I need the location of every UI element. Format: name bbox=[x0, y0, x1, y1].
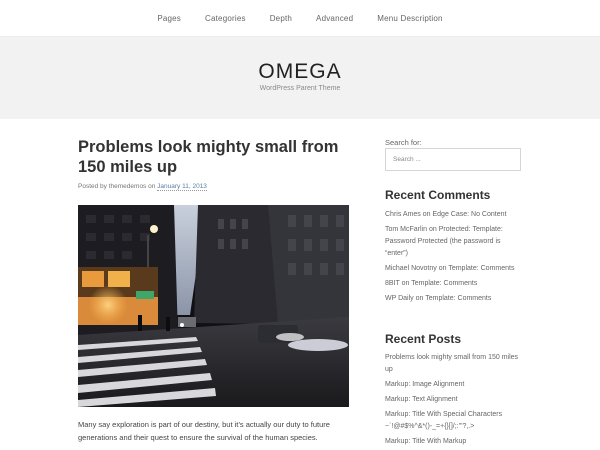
site-header: OMEGA WordPress Parent Theme bbox=[0, 37, 600, 119]
recent-comment-item: Michael Novotny on Template: Comments bbox=[385, 263, 525, 275]
recent-post-item[interactable]: Markup: Image Alignment bbox=[385, 379, 525, 391]
search-input[interactable] bbox=[385, 148, 521, 171]
comment-author-link[interactable]: Tom McFarlin bbox=[385, 226, 427, 233]
city-street-photo bbox=[78, 205, 349, 407]
post-date-link[interactable]: January 11, 2013 bbox=[157, 183, 207, 191]
nav-item-advanced[interactable]: Advanced bbox=[316, 14, 353, 23]
search-label: Search for: bbox=[385, 138, 422, 147]
nav-item-pages[interactable]: Pages bbox=[157, 14, 181, 23]
recent-posts-title: Recent Posts bbox=[385, 332, 462, 346]
recent-comments-list: Chris Ames on Edge Case: No Content Tom … bbox=[385, 209, 525, 308]
top-navigation: Pages Categories Depth Advanced Menu Des… bbox=[0, 0, 600, 37]
nav-item-depth[interactable]: Depth bbox=[270, 14, 292, 23]
comment-author-link[interactable]: Chris Ames bbox=[385, 211, 421, 218]
site-title[interactable]: OMEGA bbox=[0, 60, 600, 84]
recent-comment-item: WP Daily on Template: Comments bbox=[385, 293, 525, 305]
comment-post-link[interactable]: Edge Case: No Content bbox=[433, 211, 507, 218]
post-excerpt: Many say exploration is part of our dest… bbox=[78, 420, 330, 442]
recent-comment-item: 8BIT on Template: Comments bbox=[385, 278, 525, 290]
post-title[interactable]: Problems look mighty small from 150 mile… bbox=[78, 137, 358, 177]
comment-on: on bbox=[422, 211, 431, 218]
comment-author-link[interactable]: 8BIT bbox=[385, 280, 400, 287]
comment-on: on bbox=[415, 295, 424, 302]
comment-on: on bbox=[428, 226, 437, 233]
recent-post-item[interactable]: Markup: Title With Special Characters ~`… bbox=[385, 409, 525, 433]
recent-post-item[interactable]: Problems look mighty small from 150 mile… bbox=[385, 352, 525, 376]
comment-author-link[interactable]: Michael Novotny bbox=[385, 265, 437, 272]
nav-item-categories[interactable]: Categories bbox=[205, 14, 246, 23]
recent-posts-list: Problems look mighty small from 150 mile… bbox=[385, 352, 525, 450]
recent-comments-title: Recent Comments bbox=[385, 188, 491, 202]
byline-prefix: Posted by bbox=[78, 183, 107, 190]
recent-post-item[interactable]: Markup: Title With Markup bbox=[385, 436, 525, 448]
recent-comment-item: Tom McFarlin on Protected: Template: Pas… bbox=[385, 224, 525, 260]
comment-post-link[interactable]: Template: Comments bbox=[411, 280, 477, 287]
recent-post-item[interactable]: Markup: Text Alignment bbox=[385, 394, 525, 406]
comment-on: on bbox=[401, 280, 410, 287]
recent-comment-item: Chris Ames on Edge Case: No Content bbox=[385, 209, 525, 221]
post-author-link[interactable]: themedemos bbox=[109, 183, 147, 190]
comment-author-link[interactable]: WP Daily bbox=[385, 295, 414, 302]
comment-post-link[interactable]: Template: Comments bbox=[425, 295, 491, 302]
featured-image[interactable] bbox=[78, 205, 349, 407]
comment-on: on bbox=[438, 265, 447, 272]
byline-on: on bbox=[148, 183, 156, 190]
comment-post-link[interactable]: Template: Comments bbox=[448, 265, 514, 272]
site-description: WordPress Parent Theme bbox=[259, 85, 341, 92]
nav-item-menu-description[interactable]: Menu Description bbox=[377, 14, 442, 23]
post-byline: Posted by themedemos on January 11, 2013 bbox=[78, 183, 207, 191]
